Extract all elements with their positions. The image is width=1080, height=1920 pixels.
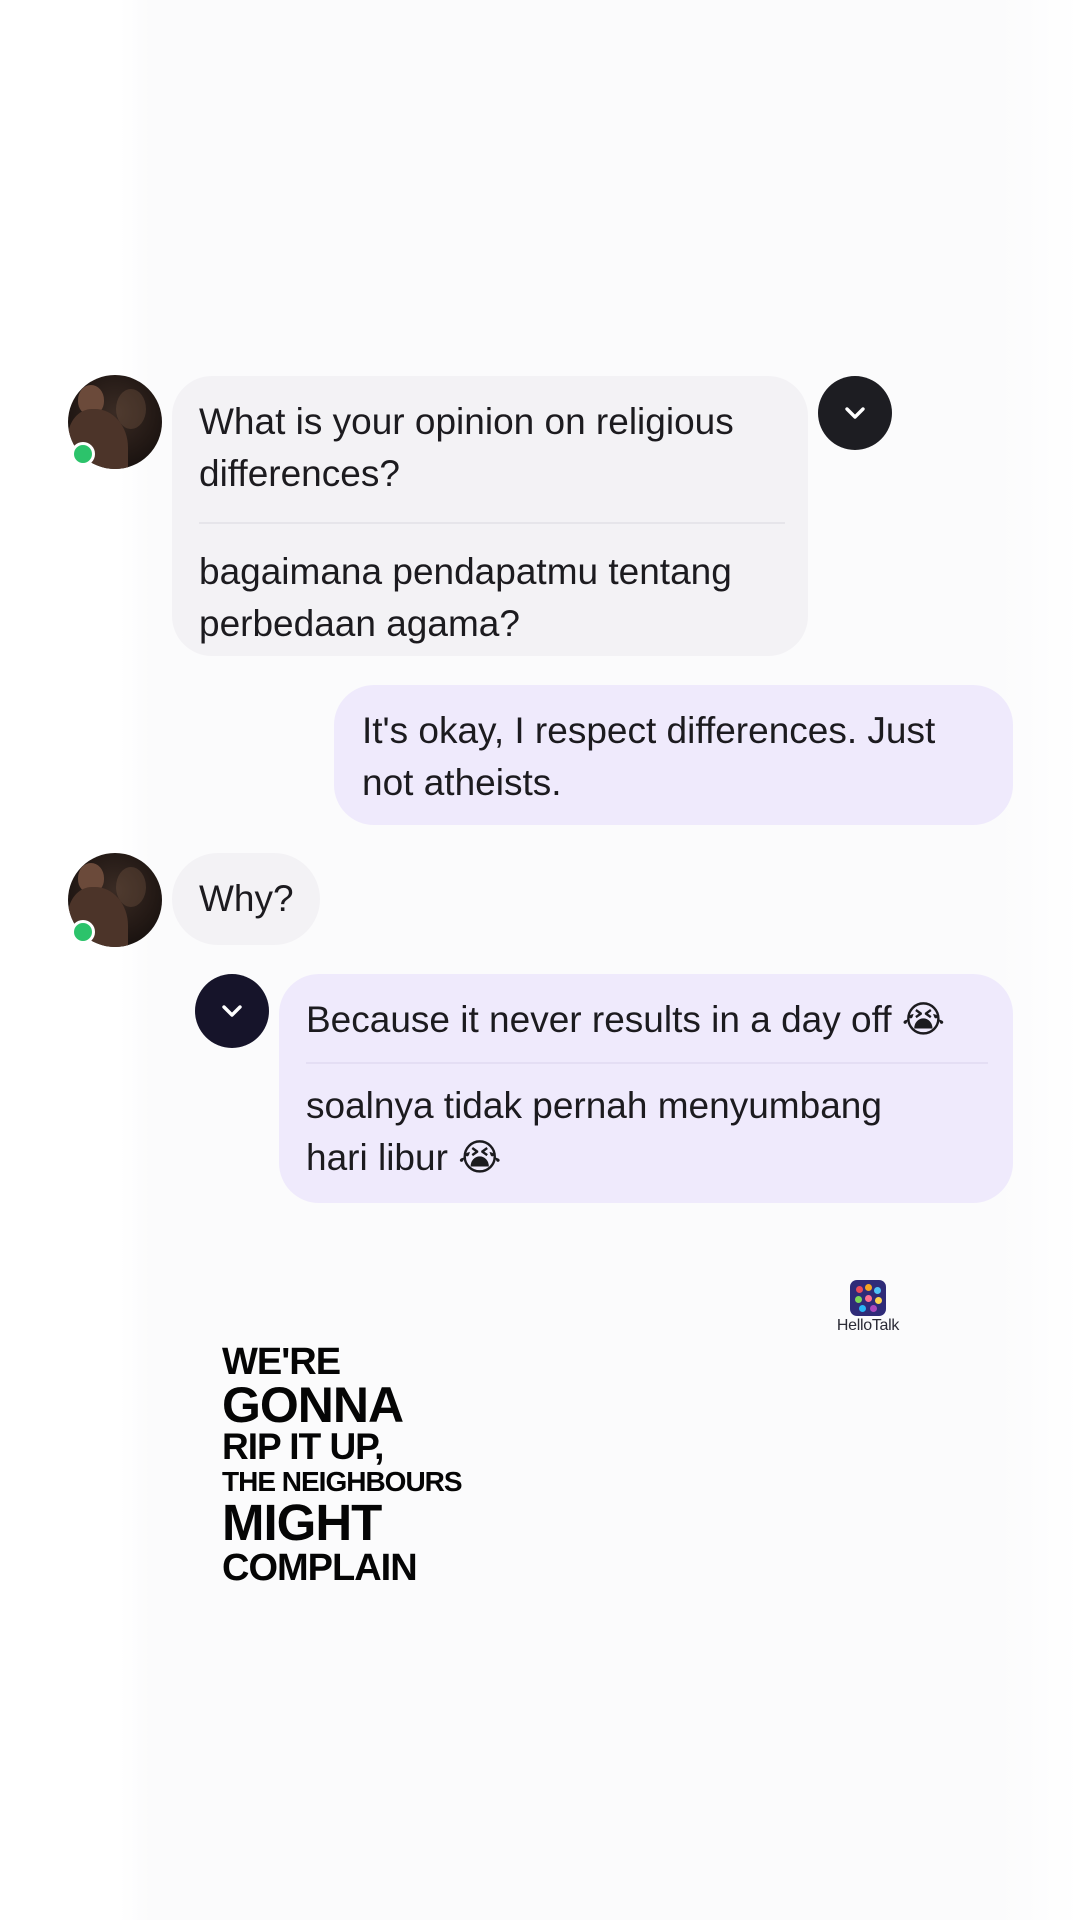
lyric-line: COMPLAIN xyxy=(222,1547,418,1589)
online-status-dot xyxy=(71,442,95,466)
logo-dot xyxy=(855,1296,862,1303)
chat-background xyxy=(0,0,1080,1920)
incoming-message-bubble[interactable]: Why? xyxy=(172,853,320,945)
logo-dot xyxy=(865,1284,872,1291)
lyric-line: WE'RE xyxy=(222,1341,341,1383)
online-status-dot xyxy=(71,920,95,944)
message-translation: soalnya tidak pernah menyumbang hari lib… xyxy=(306,1085,882,1178)
lyric-line: GONNA xyxy=(222,1377,404,1433)
lyric-line: RIP IT UP, xyxy=(222,1426,384,1467)
logo-dot xyxy=(856,1286,863,1293)
message-text: What is your opinion on religious differ… xyxy=(199,401,734,494)
logo-dot xyxy=(874,1287,881,1294)
message-translation: bagaimana pendapatmu tentang perbedaan a… xyxy=(199,551,732,644)
outgoing-message-bubble[interactable]: It's okay, I respect differences. Just n… xyxy=(334,685,1013,825)
outgoing-message-bubble[interactable]: Because it never results in a day off 😭 … xyxy=(279,974,1013,1203)
logo-dot xyxy=(865,1295,872,1302)
translation-divider xyxy=(199,522,785,524)
message-text: It's okay, I respect differences. Just n… xyxy=(362,710,936,803)
message-options-button[interactable] xyxy=(195,974,269,1048)
hellotalk-watermark-label: HelloTalk xyxy=(836,1317,900,1334)
incoming-message-bubble[interactable]: What is your opinion on religious differ… xyxy=(172,376,808,656)
chevron-down-icon xyxy=(222,1005,242,1017)
hellotalk-logo-icon xyxy=(850,1280,886,1316)
message-text: Because it never results in a day off 😭 xyxy=(306,999,945,1040)
message-options-button[interactable] xyxy=(818,376,892,450)
logo-dot xyxy=(875,1297,882,1304)
logo-dot xyxy=(870,1305,877,1312)
message-text: Why? xyxy=(199,878,294,919)
logo-dot xyxy=(859,1305,866,1312)
chevron-down-icon xyxy=(845,407,865,419)
lyric-caption: WE'RE GONNA RIP IT UP, THE NEIGHBOURS MI… xyxy=(222,1341,463,1589)
lyric-line: MIGHT xyxy=(222,1494,382,1551)
translation-divider xyxy=(306,1062,988,1064)
